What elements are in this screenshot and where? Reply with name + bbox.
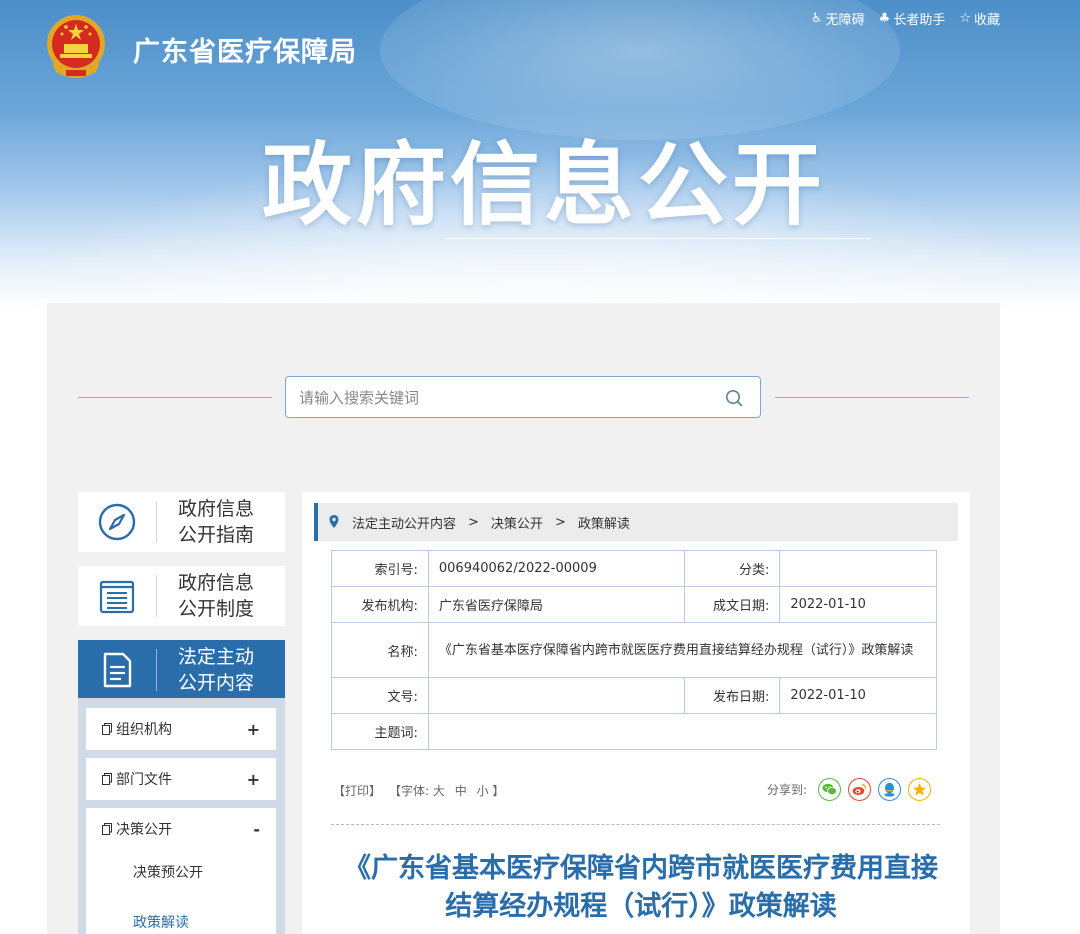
sidebar-child-policy-interpretation[interactable]: 政策解读 — [133, 912, 189, 932]
meta-published-value: 2022-01-10 — [779, 677, 937, 714]
sidebar-card-system[interactable]: 政府信息 公开制度 — [78, 566, 285, 626]
article-tools: 【打印】 【字体: 大 中 小 】 — [333, 782, 504, 799]
qzone-icon[interactable] — [908, 778, 932, 801]
meta-created-label: 成文日期: — [684, 586, 781, 623]
sidebar-item-decision-open-label: 决策公开 — [116, 822, 172, 838]
wechat-icon[interactable] — [818, 778, 842, 801]
meta-org-label: 发布机构: — [331, 586, 429, 623]
meta-created-value: 2022-01-10 — [779, 586, 937, 623]
meta-published-label: 发布日期: — [684, 677, 781, 714]
meta-docno-label: 文号: — [331, 677, 429, 714]
font-size-controls: 【字体: 大 中 小 】 — [389, 782, 504, 799]
sidebar-item-department-docs-label: 部门文件 — [116, 772, 172, 788]
breadcrumb-item-statutory[interactable]: 法定主动公开内容 — [352, 513, 456, 532]
content-divider — [331, 824, 940, 825]
meta-name-label: 名称: — [331, 622, 429, 678]
sidebar-card-statutory[interactable]: 法定主动 公开内容 — [78, 640, 285, 700]
search-box — [285, 376, 761, 418]
print-button[interactable]: 【打印】 — [333, 782, 381, 799]
breadcrumb: 法定主动公开内容 > 决策公开 > 政策解读 — [314, 503, 958, 541]
expand-icon[interactable]: + — [247, 720, 260, 739]
font-large-button[interactable]: 大 — [433, 784, 445, 798]
expand-icon[interactable]: + — [247, 770, 260, 789]
breadcrumb-item-decision[interactable]: 决策公开 — [491, 513, 543, 532]
collapse-icon[interactable]: - — [253, 820, 260, 839]
search-divider-right — [775, 397, 969, 398]
banner-title-underline — [446, 238, 870, 239]
star-icon: ☆ — [959, 11, 971, 26]
sidebar-card-guide-line2: 公开指南 — [178, 524, 255, 546]
copy-icon — [102, 773, 112, 785]
sidebar-item-organization-label: 组织机构 — [116, 722, 172, 738]
meta-subject-label: 主题词: — [331, 713, 429, 750]
chevron-right-icon: > — [554, 514, 566, 530]
search-icon[interactable] — [725, 389, 743, 407]
meta-name-value: 《广东省基本医疗保障省内跨市就医医疗费用直接结算经办规程（试行）》政策解读 — [427, 622, 938, 678]
font-size-prefix: 【字体: — [389, 784, 430, 798]
favorite-label: 收藏 — [973, 13, 1000, 28]
article-title: 《广东省基本医疗保障省内跨市就医医疗费用直接 结算经办规程（试行）》政策解读 — [331, 850, 951, 926]
sidebar-card-guide-line1: 政府信息 — [178, 498, 255, 520]
sidebar-card-guide[interactable]: 政府信息 公开指南 — [78, 492, 285, 552]
meta-index-label: 索引号: — [331, 550, 429, 587]
copy-icon — [102, 723, 112, 735]
document-icon — [103, 652, 132, 688]
weibo-icon[interactable] — [848, 778, 872, 801]
sidebar-item-decision-open[interactable]: 决策公开 - — [86, 808, 276, 850]
sidebar-card-statutory-line2: 公开内容 — [178, 672, 255, 694]
search-input[interactable] — [299, 386, 709, 410]
accessibility-link[interactable]: ♿ 无障碍 — [811, 9, 865, 28]
compass-icon — [98, 503, 136, 541]
meta-category-label: 分类: — [684, 550, 781, 587]
elder-assist-link[interactable]: ♣ 长者助手 — [879, 9, 946, 28]
top-links: ♿ 无障碍 ♣ 长者助手 ☆ 收藏 — [811, 9, 1000, 28]
sidebar-item-department-docs[interactable]: 部门文件 + — [86, 758, 276, 800]
qq-icon[interactable] — [878, 778, 902, 801]
copy-icon — [102, 823, 112, 835]
chevron-right-icon: > — [468, 514, 479, 530]
meta-org-value: 广东省医疗保障局 — [427, 586, 686, 623]
search-divider-left — [78, 397, 272, 398]
accessibility-label: 无障碍 — [825, 13, 865, 28]
sidebar-item-organization[interactable]: 组织机构 + — [86, 708, 276, 750]
accessibility-icon: ♿ — [810, 11, 823, 26]
font-medium-button[interactable]: 中 — [455, 784, 467, 798]
article-title-line2: 结算经办规程（试行）》政策解读 — [445, 891, 837, 922]
share-bar: 分享到: — [767, 778, 932, 801]
font-size-suffix: 】 — [492, 784, 505, 798]
meta-index-value: 006940062/2022-00009 — [427, 550, 686, 587]
sidebar-card-system-line2: 公开制度 — [178, 598, 255, 620]
font-small-button[interactable]: 小 — [477, 784, 489, 798]
sidebar-child-pre-decision[interactable]: 决策预公开 — [133, 862, 203, 882]
banner-title: 政府信息公开 — [262, 133, 826, 238]
location-pin-icon — [329, 515, 339, 528]
share-label: 分享到: — [767, 783, 808, 797]
article-title-line1: 《广东省基本医疗保障省内跨市就医医疗费用直接 — [344, 853, 938, 884]
list-document-icon — [99, 580, 135, 614]
meta-subject-value — [427, 713, 938, 750]
favorite-link[interactable]: ☆ 收藏 — [959, 9, 1000, 28]
elder-assist-label: 长者助手 — [893, 13, 946, 28]
meta-category-value — [779, 550, 937, 587]
elder-assist-icon: ♣ — [878, 11, 891, 26]
document-meta-table: 索引号: 006940062/2022-00009 分类: 发布机构: 广东省医… — [331, 550, 938, 750]
meta-docno-value — [427, 677, 686, 714]
site-title: 广东省医疗保障局 — [133, 37, 357, 68]
sidebar-card-system-line1: 政府信息 — [178, 572, 255, 594]
breadcrumb-item-policy[interactable]: 政策解读 — [578, 513, 630, 532]
sidebar-card-statutory-line1: 法定主动 — [178, 646, 255, 668]
national-emblem-icon — [47, 15, 105, 78]
header-banner: 广东省医疗保障局 ♿ 无障碍 ♣ 长者助手 ☆ 收藏 政府信息公开 — [0, 0, 1080, 310]
